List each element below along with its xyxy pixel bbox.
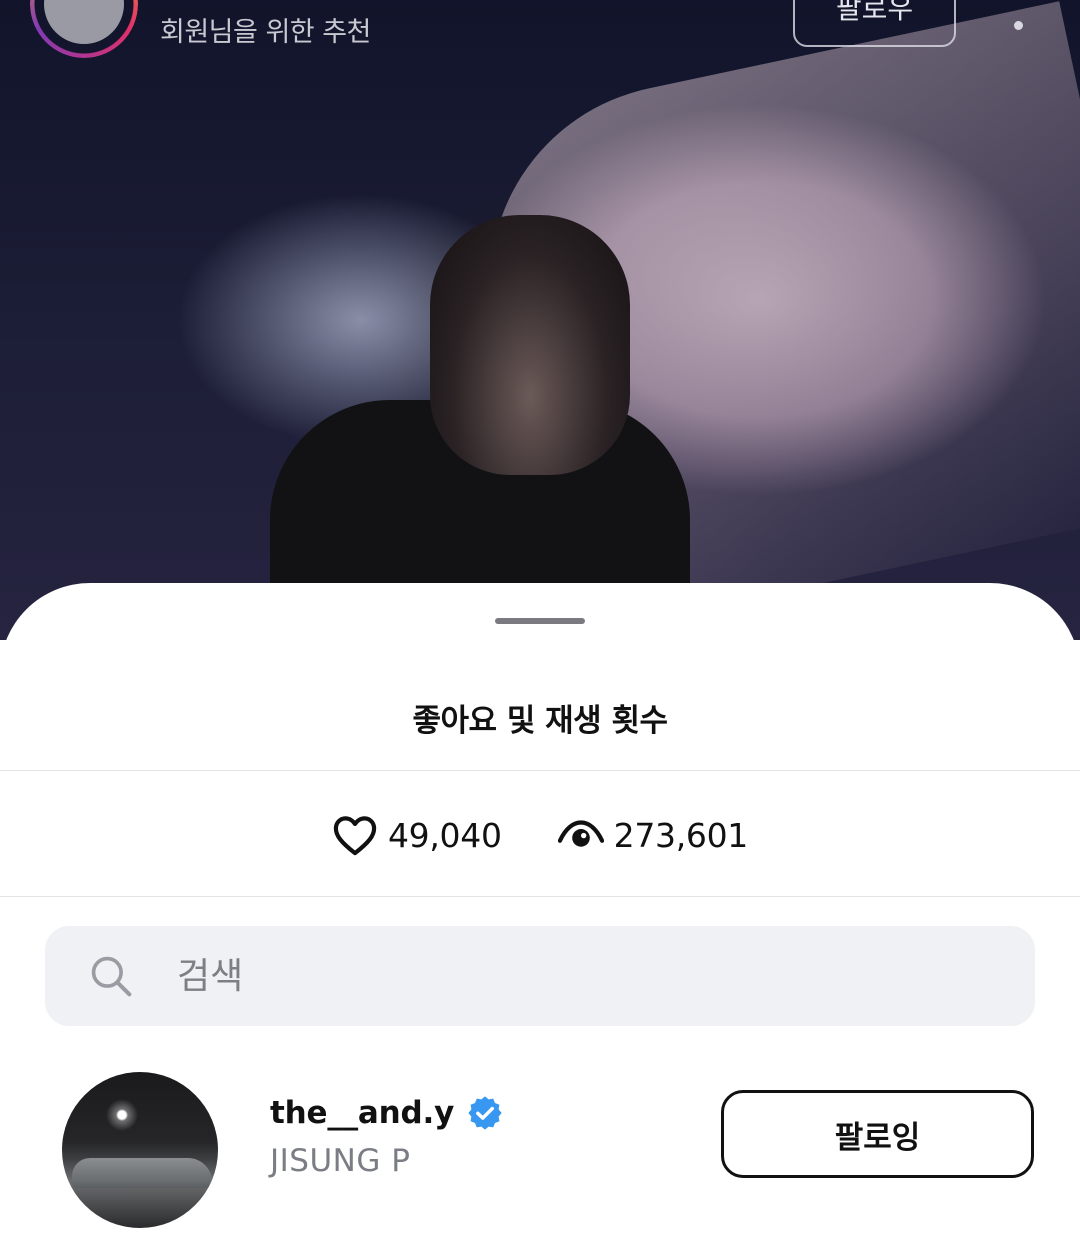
user-handle-row: the__and.y bbox=[270, 1094, 504, 1132]
sheet-title: 좋아요 및 재생 횟수 bbox=[412, 703, 668, 739]
suggested-for-you-label: 회원님을 위한 추천 bbox=[160, 17, 371, 48]
following-button[interactable]: 팔로잉 bbox=[721, 1090, 1034, 1178]
follow-button[interactable]: 팔로우 bbox=[793, 0, 956, 47]
eye-icon bbox=[557, 812, 604, 858]
avatar[interactable] bbox=[62, 1072, 218, 1228]
search-bar[interactable] bbox=[45, 926, 1035, 1026]
divider bbox=[0, 770, 1080, 771]
sheet-drag-handle[interactable] bbox=[495, 618, 585, 624]
likes-stat: 49,040 bbox=[332, 812, 502, 858]
divider bbox=[0, 896, 1080, 897]
more-vertical-icon[interactable] bbox=[1010, 0, 1026, 30]
heart-icon bbox=[332, 812, 378, 858]
views-count: 273,601 bbox=[613, 815, 749, 855]
likes-and-plays-sheet: 좋아요 및 재생 횟수 49,040 273,601 검색 the__and.y… bbox=[0, 583, 1080, 1260]
username[interactable]: the__and.y bbox=[270, 1095, 454, 1131]
views-stat: 273,601 bbox=[557, 812, 749, 858]
user-full-name: JISUNG P bbox=[270, 1143, 411, 1179]
search-input[interactable] bbox=[177, 926, 997, 1026]
verified-badge-icon bbox=[466, 1094, 504, 1132]
stats-row: 49,040 273,601 bbox=[0, 805, 1080, 865]
likes-count: 49,040 bbox=[387, 815, 502, 855]
list-item[interactable]: the__and.y JISUNG P 팔로잉 bbox=[0, 1071, 1080, 1231]
search-icon bbox=[89, 954, 133, 998]
reel-video-background[interactable]: 회원님을 위한 추천 팔로우 bbox=[0, 0, 1080, 640]
video-person-head bbox=[430, 215, 630, 475]
